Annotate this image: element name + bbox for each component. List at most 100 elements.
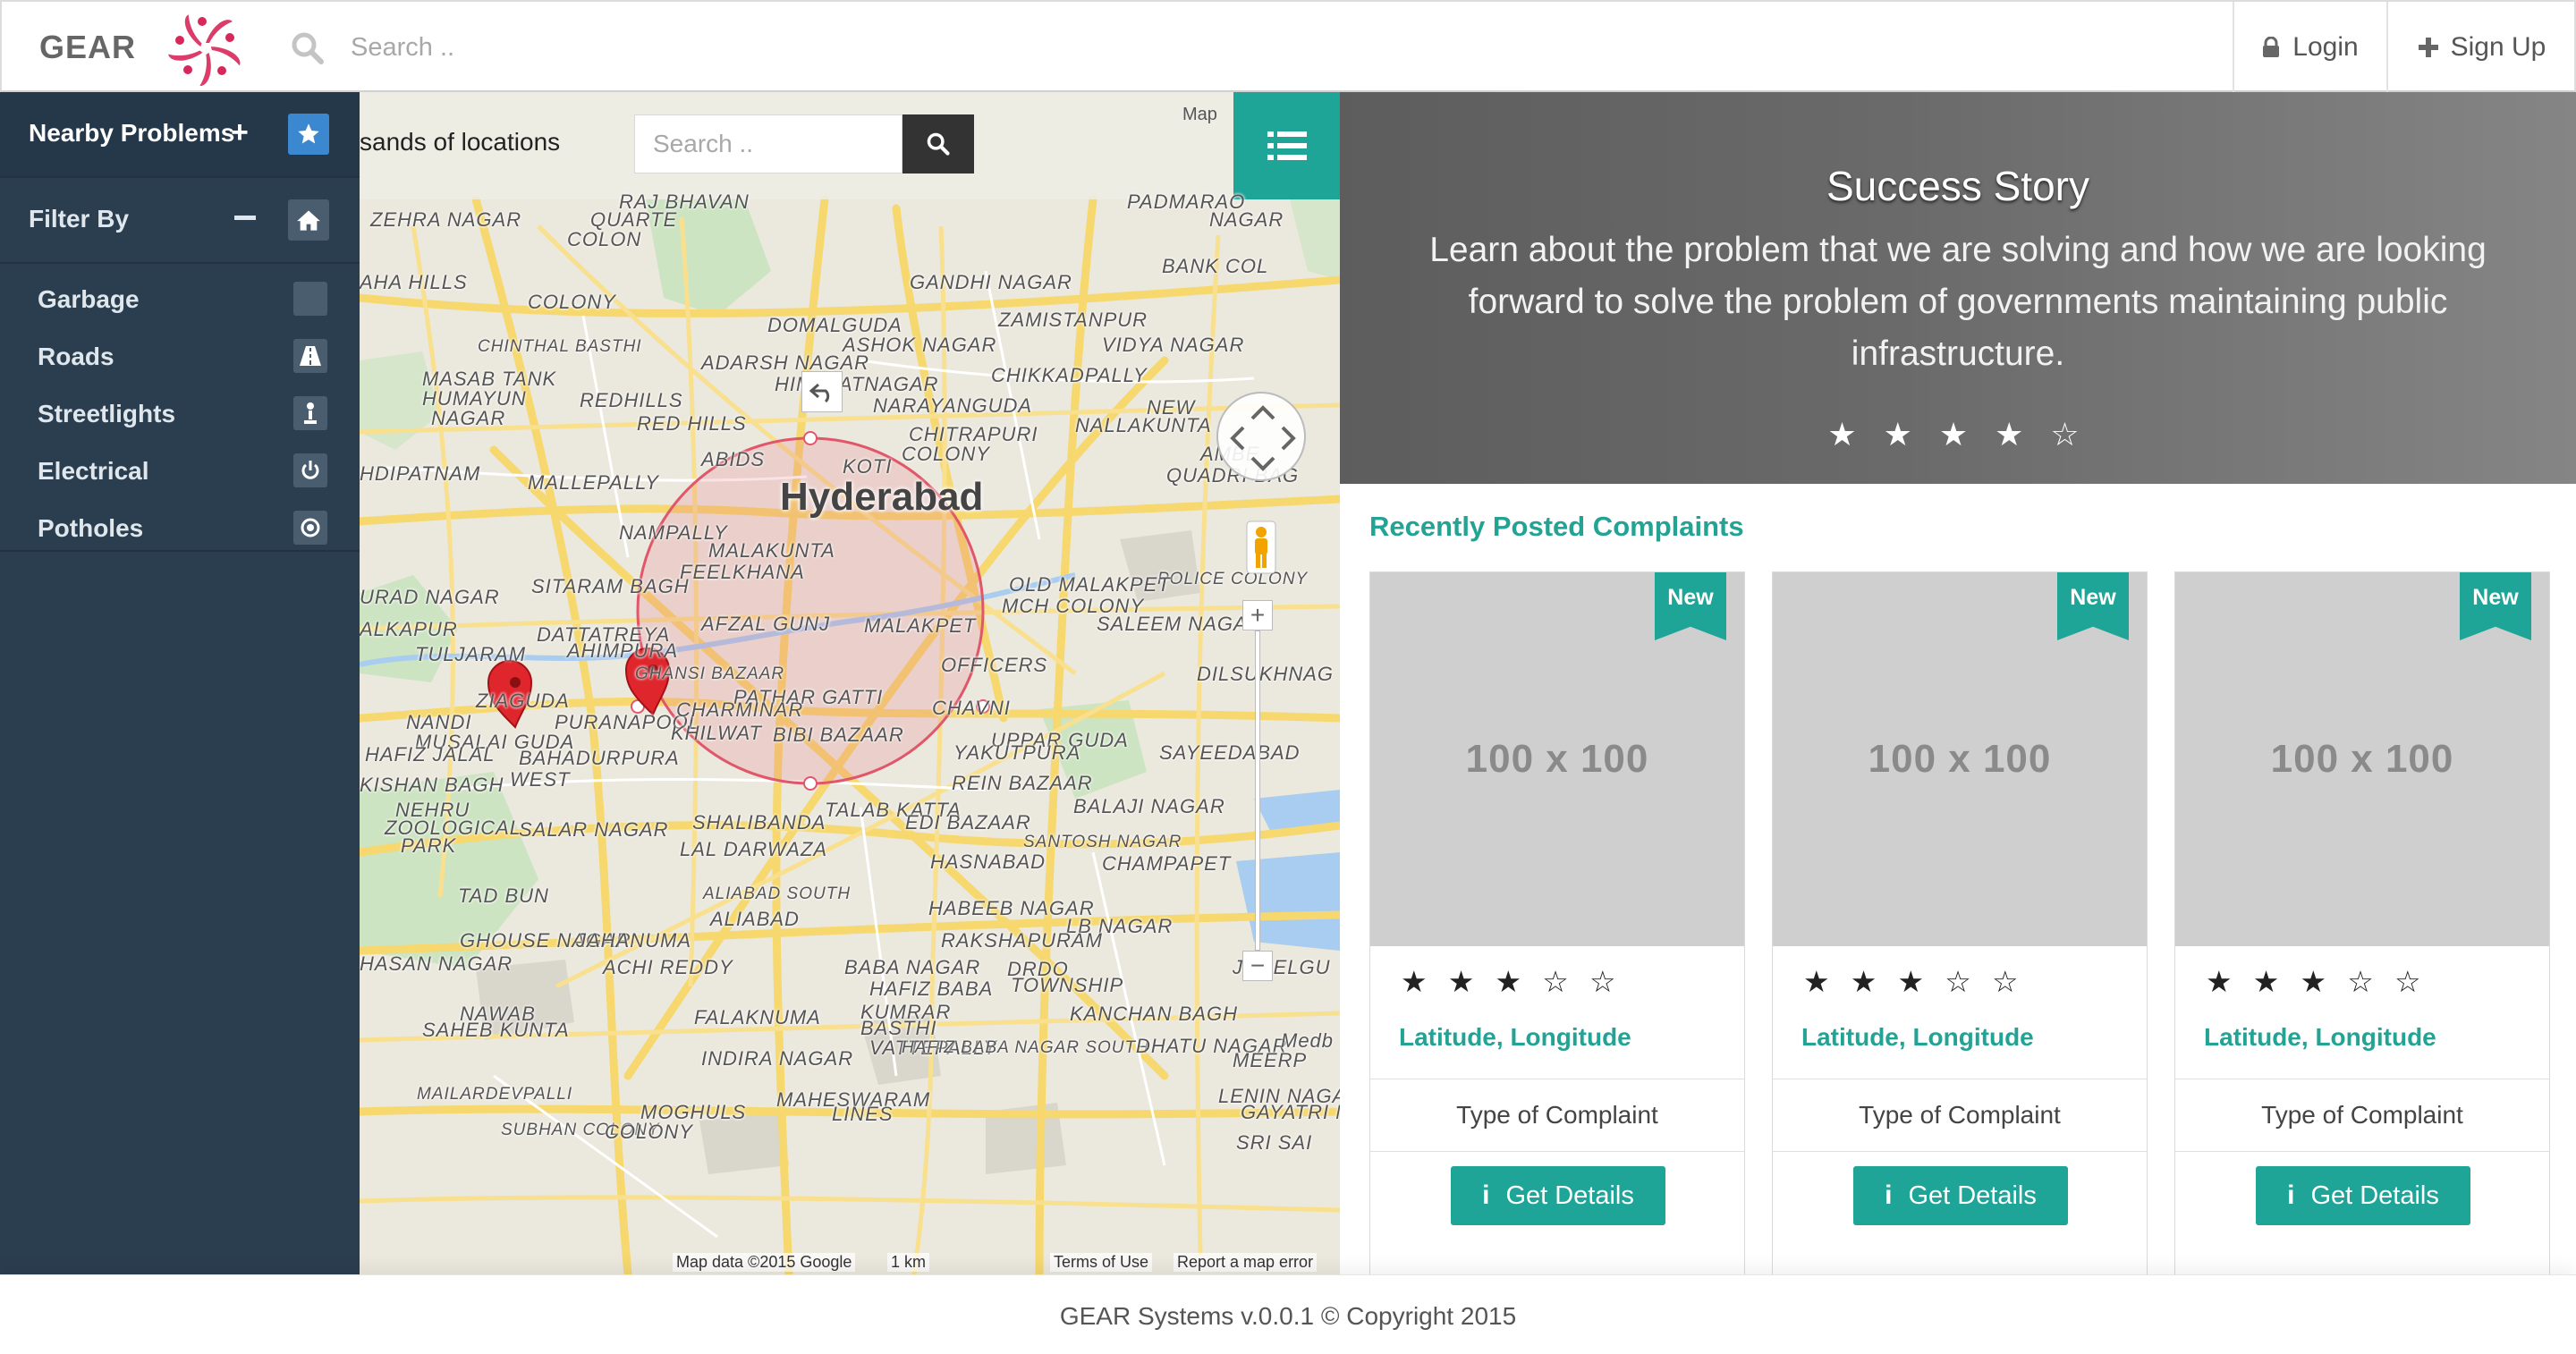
map-street-label: ZAMISTANPUR <box>998 309 1148 331</box>
map-street-label: NARAYANGUDA <box>873 394 1033 417</box>
report-map-error-link[interactable]: Report a map error <box>1174 1253 1318 1272</box>
streetlight-icon <box>293 396 327 430</box>
map-street-label: RED HILLS <box>637 412 747 435</box>
map-street-label: LINES <box>832 1103 894 1125</box>
map-street-label: CHARMINAR <box>676 698 804 721</box>
map-street-label: BABA NAGAR <box>844 956 981 978</box>
map-search-input[interactable] <box>653 126 886 162</box>
get-details-button[interactable]: i Get Details <box>1451 1166 1665 1225</box>
list-icon <box>1267 131 1307 160</box>
map-street-label: EDI BAZAAR <box>905 811 1031 834</box>
get-details-label: Get Details <box>2310 1181 2439 1210</box>
sidebar: Nearby Problems + Filter By Garbage Road… <box>0 92 360 1274</box>
map-street-label: VIDYA NAGAR <box>1102 334 1245 356</box>
home-button[interactable] <box>288 199 329 241</box>
map-street-label: INDIRA NAGAR <box>701 1047 854 1070</box>
filter-by-label: Filter By <box>29 205 130 233</box>
sidebar-item-potholes[interactable]: Potholes <box>0 500 360 557</box>
map-street-label: CHIKKADPALLY <box>991 364 1148 386</box>
map-street-label: HASNABAD <box>930 850 1046 873</box>
card-rating-stars: ★ ★ ★ ☆ ☆ <box>2206 965 2428 998</box>
collapse-minus-icon[interactable] <box>234 216 256 220</box>
map-street-label: HIMAYATNAGAR <box>775 373 939 395</box>
card-complaint-type: Type of Complaint <box>2175 1079 2549 1152</box>
map-street-label: ALIABAD <box>710 908 800 930</box>
star-button[interactable] <box>288 114 329 155</box>
sidebar-item-streetlights[interactable]: Streetlights <box>0 385 360 443</box>
map-pan-control[interactable] <box>1216 392 1306 481</box>
main-content: Success Story Learn about the problem th… <box>1340 92 2576 1337</box>
sidebar-item-electrical[interactable]: Electrical <box>0 443 360 500</box>
map-street-label: KOTI <box>843 455 893 478</box>
home-icon <box>297 210 320 231</box>
brand-name[interactable]: GEAR <box>39 29 136 66</box>
sidebar-item-roads[interactable]: Roads <box>0 328 360 385</box>
map-street-label: MAILARDEVPALLI <box>417 1085 573 1104</box>
sidebar-item-label: Streetlights <box>38 400 176 427</box>
map-street-label: SANTOSH NAGAR <box>1023 833 1182 851</box>
expand-plus-icon[interactable]: + <box>231 115 249 150</box>
footer-copyright: GEAR Systems v.0.0.1 © Copyright 2015 <box>1059 1302 1517 1330</box>
lock-icon <box>2263 36 2280 57</box>
power-icon <box>293 453 327 487</box>
map-street-label: OLD MALAKPET <box>1009 573 1171 596</box>
complaint-image: 100 x 100 <box>1370 572 1744 946</box>
zoom-in-button[interactable]: + <box>1242 600 1273 630</box>
get-details-button[interactable]: i Get Details <box>2256 1166 2470 1225</box>
map-street-label: ZEHRA NAGAR <box>370 208 522 231</box>
get-details-button[interactable]: i Get Details <box>1853 1166 2068 1225</box>
road-icon <box>293 339 327 373</box>
map-street-label: FALAKNUMA <box>694 1006 821 1028</box>
sidebar-item-label: Potholes <box>38 514 144 542</box>
map-panel[interactable]: sands of locations Map Hyderabad RAJ BHA… <box>360 92 1340 1274</box>
map-search-button[interactable] <box>902 114 974 173</box>
page-footer: GEAR Systems v.0.0.1 © Copyright 2015 <box>0 1274 2576 1354</box>
map-type-toggle[interactable]: Map <box>1182 105 1217 125</box>
map-street-label: TAD BUN <box>458 884 549 907</box>
sidebar-item-garbage[interactable]: Garbage <box>0 271 360 328</box>
map-street-label: ADARSH NAGAR <box>701 351 870 374</box>
hero-text: Learn about the problem that we are solv… <box>1429 231 2487 373</box>
map-street-label: AHA HILLS <box>360 271 468 293</box>
map-street-label: TULJARAM <box>415 643 527 665</box>
map-street-label: CHINTHAL BASTHI <box>478 337 642 356</box>
zoom-slider[interactable] <box>1255 630 1260 951</box>
complaint-card[interactable]: 100 x 100 New ★ ★ ★ ☆ ☆ Latitude, Longit… <box>1772 571 2148 1337</box>
gear-logo-icon[interactable] <box>161 2 250 91</box>
search-icon <box>927 132 950 156</box>
terms-of-use-link[interactable]: Terms of Use <box>1050 1253 1153 1272</box>
search-icon[interactable] <box>290 30 326 66</box>
map-search-box[interactable] <box>634 114 902 173</box>
map-street-label: NAGAR <box>431 407 506 429</box>
pan-arrows-icon <box>1230 405 1296 471</box>
map-street-label: LAL DARWAZA <box>680 838 828 860</box>
card-coordinates: Latitude, Longitude <box>1399 1023 1631 1051</box>
login-button[interactable]: Login <box>2233 2 2386 92</box>
pegman-icon[interactable] <box>1245 520 1277 575</box>
map-street-label: SALEEM NAGAR <box>1097 613 1263 635</box>
map-street-label: GHANSI BAZAAR <box>635 664 785 683</box>
signup-button[interactable]: Sign Up <box>2386 2 2576 92</box>
map-street-label: KHILWAT <box>671 722 762 744</box>
map-city-label: Hyderabad <box>780 475 984 519</box>
list-view-button[interactable] <box>1233 92 1340 199</box>
map-street-label: AHIMPURA <box>567 639 679 662</box>
top-search-input[interactable] <box>351 20 1603 75</box>
card-rating-stars: ★ ★ ★ ☆ ☆ <box>1803 965 2025 998</box>
map-street-label: FEELKHANA <box>680 561 805 583</box>
map-street-label: SRI SAI <box>1236 1131 1313 1154</box>
map-street-label: REDHILLS <box>580 389 683 411</box>
sidebar-header[interactable]: Nearby Problems + <box>0 92 360 178</box>
complaint-card[interactable]: 100 x 100 New ★ ★ ★ ☆ ☆ Latitude, Longit… <box>2174 571 2550 1337</box>
info-icon: i <box>1885 1181 1893 1210</box>
map-street-label: MALLEPALLY <box>528 471 659 494</box>
zoom-out-button[interactable]: − <box>1242 951 1273 981</box>
map-street-label: COLONY <box>902 443 990 465</box>
section-title: Recently Posted Complaints <box>1369 511 1744 542</box>
map-street-label: NEW <box>1147 396 1196 419</box>
map-street-label: GANDHI NAGAR <box>910 271 1072 293</box>
filter-header[interactable]: Filter By <box>0 178 360 264</box>
undo-button[interactable] <box>801 371 843 412</box>
complaint-card[interactable]: 100 x 100 New ★ ★ ★ ☆ ☆ Latitude, Longit… <box>1369 571 1745 1337</box>
card-coordinates: Latitude, Longitude <box>1801 1023 2034 1051</box>
